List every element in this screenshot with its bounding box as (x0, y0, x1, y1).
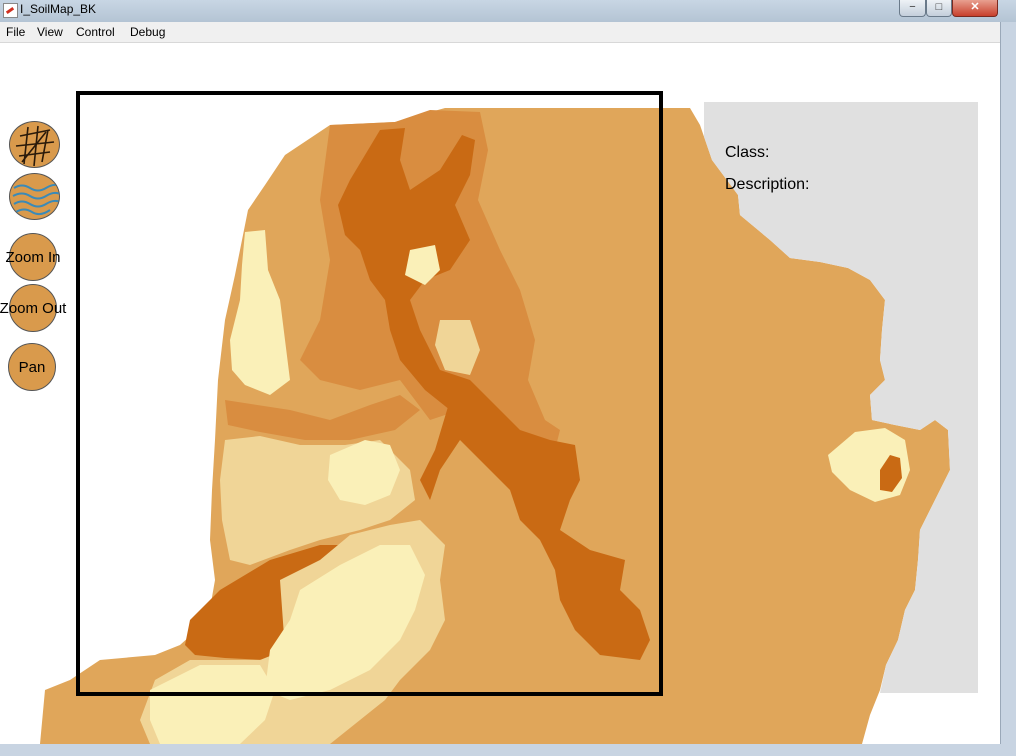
window-frame-bottom (0, 744, 1016, 756)
zoom-in-button[interactable]: Zoom In (5, 233, 61, 281)
class-label: Class: (725, 144, 770, 161)
menu-view[interactable]: View (37, 25, 63, 39)
roads-layer-button[interactable] (9, 121, 60, 168)
window-frame-right (1000, 22, 1016, 756)
minimize-button[interactable]: − (899, 0, 926, 17)
close-icon: ✕ (970, 1, 980, 13)
app-icon (3, 3, 18, 18)
view-extent-frame (76, 91, 663, 696)
roads-icon (15, 125, 55, 167)
maximize-icon: □ (935, 1, 943, 13)
minimize-icon: − (909, 1, 916, 13)
title-bar: I_SoilMap_BK − □ ✕ (0, 0, 1016, 22)
menu-file[interactable]: File (6, 25, 25, 39)
window-title: I_SoilMap_BK (20, 2, 97, 16)
water-layer-button[interactable] (9, 173, 60, 220)
zoom-out-button[interactable]: Zoom Out (0, 284, 66, 332)
water-icon (12, 183, 59, 216)
menu-control[interactable]: Control (76, 25, 115, 39)
description-label: Description: (725, 176, 810, 193)
menu-debug[interactable]: Debug (130, 25, 165, 39)
menu-bar: File View Control Debug (0, 22, 1000, 43)
maximize-button[interactable]: □ (926, 0, 952, 17)
pan-button[interactable]: Pan (8, 343, 56, 391)
close-button[interactable]: ✕ (952, 0, 998, 17)
